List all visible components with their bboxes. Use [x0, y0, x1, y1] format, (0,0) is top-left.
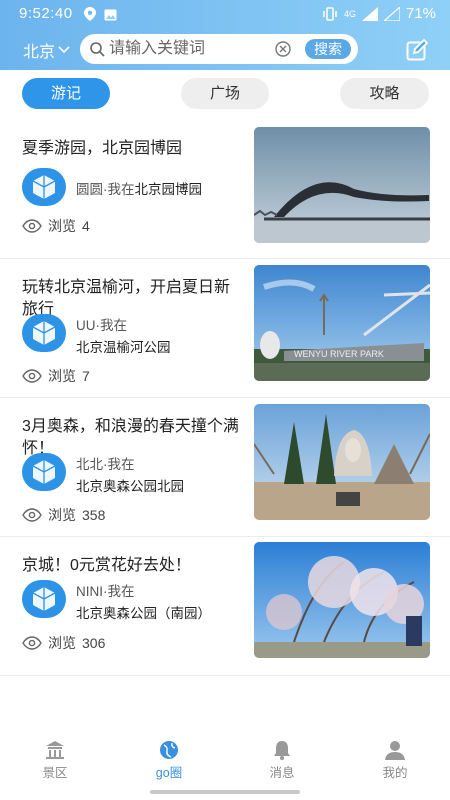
search-input[interactable]: [109, 39, 269, 59]
nav-label: 消息: [269, 766, 295, 780]
views-label: 浏览: [48, 635, 76, 651]
search-button[interactable]: 搜索: [305, 39, 351, 59]
tab-square[interactable]: 广场: [181, 78, 269, 109]
view-count: 浏览 358: [22, 505, 105, 525]
eye-icon: [22, 508, 42, 522]
city-label: 北京: [23, 44, 56, 61]
globe-icon: [160, 741, 178, 759]
card-location: 北京奥森公园（南园）: [76, 606, 211, 621]
category-tabs: 游记 广场 攻略: [0, 78, 450, 110]
bottom-nav: 景区 go圈 消息 我的: [0, 734, 450, 784]
views-number: 306: [82, 635, 106, 651]
card-location: 北京温榆河公园: [76, 340, 171, 355]
bell-icon: [274, 741, 290, 760]
eye-icon: [22, 636, 42, 650]
views-number: 7: [82, 368, 90, 384]
chevron-down-icon: [58, 46, 70, 54]
card-title: 夏季游园，北京园博园: [22, 140, 183, 157]
location-pin-icon: [84, 7, 96, 25]
eye-icon: [22, 369, 42, 383]
list-item[interactable]: 玩转北京温榆河，开启夏日新旅行 UU·我在 北京温榆河公园 浏览 7 WENYU…: [0, 259, 450, 398]
view-count: 浏览 7: [22, 366, 90, 386]
nav-profile[interactable]: 我的: [355, 734, 435, 781]
nav-scenic[interactable]: 景区: [15, 734, 95, 781]
clear-icon[interactable]: [275, 41, 291, 62]
status-icons: 4G 71%: [322, 5, 436, 22]
card-user-prefix: 圆圆·我在: [76, 182, 135, 197]
search-row: 北京 搜索: [0, 34, 450, 64]
person-icon: [385, 741, 405, 760]
list-item[interactable]: 京城！0元赏花好去处！ NINI·我在 北京奥森公园（南园） 浏览 306: [0, 537, 450, 676]
nav-go-circle[interactable]: go圈: [129, 734, 209, 781]
views-label: 浏览: [48, 218, 76, 234]
tab-travelogue[interactable]: 游记: [22, 78, 110, 109]
card-user: UU·我在: [76, 318, 127, 333]
nav-label: 景区: [42, 766, 68, 780]
city-selector[interactable]: 北京: [23, 38, 70, 62]
search-icon: [90, 42, 105, 62]
card-photo: WENYU RIVER PARK: [254, 265, 430, 381]
card-photo: [254, 127, 430, 243]
card-user: 圆圆·我在北京园博园: [76, 178, 202, 198]
views-number: 4: [82, 218, 90, 234]
card-photo: [254, 542, 430, 658]
views-number: 358: [82, 507, 106, 523]
signal-icon: [361, 6, 378, 21]
nav-label: 我的: [382, 766, 408, 780]
tab-guide[interactable]: 攻略: [340, 78, 429, 109]
network-type: 4G: [343, 8, 356, 19]
park-sign-art: WENYU RIVER PARK: [294, 349, 384, 359]
vibrate-icon: [323, 6, 337, 21]
nav-messages[interactable]: 消息: [242, 734, 322, 781]
temple-icon: [46, 741, 64, 759]
list-item[interactable]: 夏季游园，北京园博园 圆圆·我在北京园博园 浏览 4: [0, 120, 450, 259]
card-location: 北京奥森公园北园: [76, 479, 184, 494]
signal-empty-icon: [383, 6, 400, 21]
avatar: [22, 453, 66, 491]
status-bar: 9:52:40 4G 71%: [0, 0, 450, 28]
home-indicator[interactable]: [150, 790, 300, 794]
card-location: 北京园博园: [134, 182, 203, 197]
battery-level: 71%: [405, 5, 436, 22]
views-label: 浏览: [48, 507, 76, 523]
card-title: 京城！0元赏花好去处！: [22, 557, 191, 574]
views-label: 浏览: [48, 368, 76, 384]
nav-label: go圈: [155, 766, 183, 780]
avatar: [22, 314, 66, 352]
avatar: [22, 168, 66, 206]
edit-icon[interactable]: [406, 38, 429, 66]
card-user: 北北·我在: [76, 457, 135, 472]
image-notification-icon: [104, 8, 117, 25]
status-time: 9:52:40: [19, 5, 73, 22]
list-item[interactable]: 3月奥森，和浪漫的春天撞个满怀！ 北北·我在 北京奥森公园北园 浏览 358: [0, 398, 450, 537]
avatar: [22, 580, 66, 618]
view-count: 浏览 4: [22, 216, 90, 236]
app-header: 9:52:40 4G 71% 北京 搜索: [0, 0, 450, 70]
card-user: NINI·我在: [76, 584, 135, 599]
card-photo: [254, 404, 430, 520]
view-count: 浏览 306: [22, 633, 105, 653]
search-box: 搜索: [80, 34, 358, 64]
eye-icon: [22, 219, 42, 233]
